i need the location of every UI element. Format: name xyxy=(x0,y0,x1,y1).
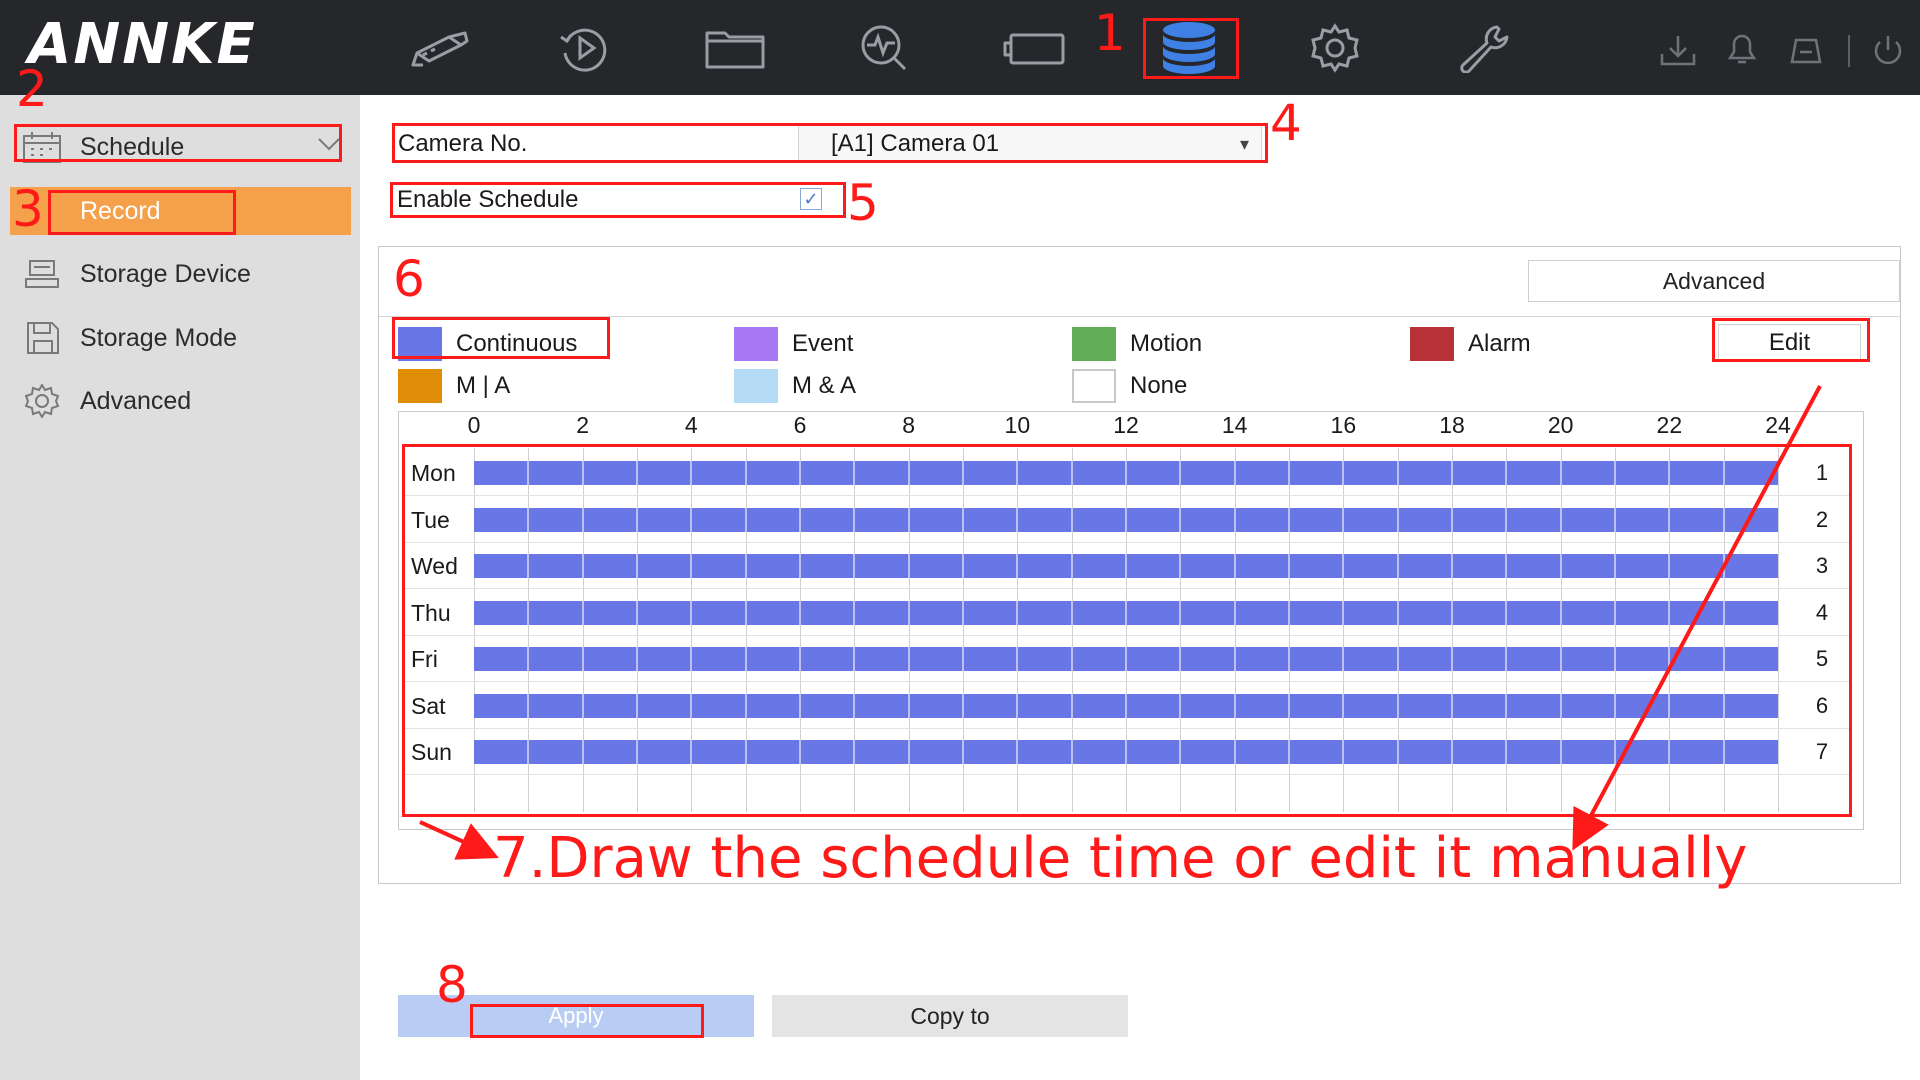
annotation-step-1: 1 xyxy=(1094,4,1126,62)
hour-label: 14 xyxy=(1221,412,1248,438)
legend-swatch xyxy=(734,369,778,403)
legend-m-and-a[interactable]: M & A xyxy=(734,368,856,404)
hour-label: 20 xyxy=(1547,412,1574,438)
system-settings-icon[interactable] xyxy=(1290,14,1380,82)
annotation-box-edit xyxy=(1712,318,1870,362)
live-view-camera-icon[interactable] xyxy=(396,14,486,82)
maintenance-wrench-icon[interactable] xyxy=(1440,14,1530,82)
annotation-step-4: 4 xyxy=(1270,94,1302,152)
file-management-icon[interactable] xyxy=(690,14,780,82)
legend-swatch xyxy=(1410,327,1454,361)
legend-label: M & A xyxy=(792,372,857,399)
search-analytics-icon[interactable] xyxy=(840,14,930,82)
legend-m-or-a[interactable]: M | A xyxy=(398,368,510,404)
sidebar-item-label: Advanced xyxy=(80,386,192,415)
annotation-step-8: 8 xyxy=(436,956,468,1014)
annotation-box-step-2 xyxy=(14,124,342,162)
hour-label: 6 xyxy=(793,412,807,438)
legend-label: None xyxy=(1130,372,1188,399)
copy-to-button[interactable]: Copy to xyxy=(772,995,1128,1037)
hour-label: 22 xyxy=(1656,412,1683,438)
legend-swatch xyxy=(1072,369,1116,403)
annotation-instruction: 7.Draw the schedule time or edit it manu… xyxy=(493,826,1748,891)
annotation-box-step-3 xyxy=(48,190,236,235)
sidebar-item-advanced[interactable]: Advanced xyxy=(0,376,360,426)
sidebar xyxy=(0,95,360,1080)
legend-alarm[interactable]: Alarm xyxy=(1410,326,1531,362)
annotation-step-5: 5 xyxy=(847,174,879,232)
legend-label: Motion xyxy=(1130,330,1203,357)
hour-label: 4 xyxy=(684,412,698,438)
hour-label: 12 xyxy=(1113,412,1139,438)
annotation-box-grid xyxy=(402,444,1852,817)
legend-label: M | A xyxy=(456,372,511,399)
floppy-disk-icon xyxy=(27,322,59,354)
hour-label: 0 xyxy=(467,412,481,438)
legend-swatch xyxy=(1072,327,1116,361)
gear-icon xyxy=(24,384,60,418)
annotation-step-6: 6 xyxy=(393,250,425,308)
topbar-divider xyxy=(1848,35,1850,67)
annotation-step-3: 3 xyxy=(12,180,44,238)
power-icon[interactable] xyxy=(1866,30,1910,70)
annotation-box-step-1 xyxy=(1143,18,1239,79)
hour-label: 24 xyxy=(1765,412,1791,438)
legend-swatch xyxy=(398,369,442,403)
alarm-output-icon[interactable] xyxy=(1784,30,1828,70)
legend-none[interactable]: None xyxy=(1072,368,1187,404)
hour-label: 18 xyxy=(1439,412,1465,438)
hour-label: 8 xyxy=(902,412,916,438)
annotation-box-step-5 xyxy=(390,182,846,218)
sidebar-item-label: Storage Mode xyxy=(80,323,238,352)
legend-label: Event xyxy=(792,330,854,357)
sidebar-item-storage-device[interactable]: Storage Device xyxy=(0,249,360,299)
annotation-box-step-6 xyxy=(392,317,610,359)
sidebar-item-label: Storage Device xyxy=(80,259,251,288)
advanced-button[interactable]: Advanced xyxy=(1528,260,1900,302)
annotation-box-step-4 xyxy=(392,123,1268,163)
download-icon[interactable] xyxy=(1656,30,1700,70)
hour-label: 10 xyxy=(1004,412,1031,438)
alarm-bell-icon[interactable] xyxy=(1720,30,1764,70)
annotation-box-step-8 xyxy=(470,1004,704,1038)
annotation-step-2: 2 xyxy=(16,60,48,118)
playback-icon[interactable] xyxy=(540,14,630,82)
legend-motion[interactable]: Motion xyxy=(1072,326,1202,362)
legend-label: Alarm xyxy=(1468,330,1531,357)
camera-settings-icon[interactable] xyxy=(990,14,1080,82)
hour-label: 2 xyxy=(576,412,590,438)
legend-swatch xyxy=(734,327,778,361)
hour-label: 16 xyxy=(1330,412,1357,438)
legend-event[interactable]: Event xyxy=(734,326,853,362)
top-navigation-bar: ANNKE xyxy=(0,0,1920,95)
sidebar-item-storage-mode[interactable]: Storage Mode xyxy=(0,313,360,363)
annke-logo: ANNKE xyxy=(28,12,257,77)
hard-drive-icon xyxy=(25,260,59,288)
